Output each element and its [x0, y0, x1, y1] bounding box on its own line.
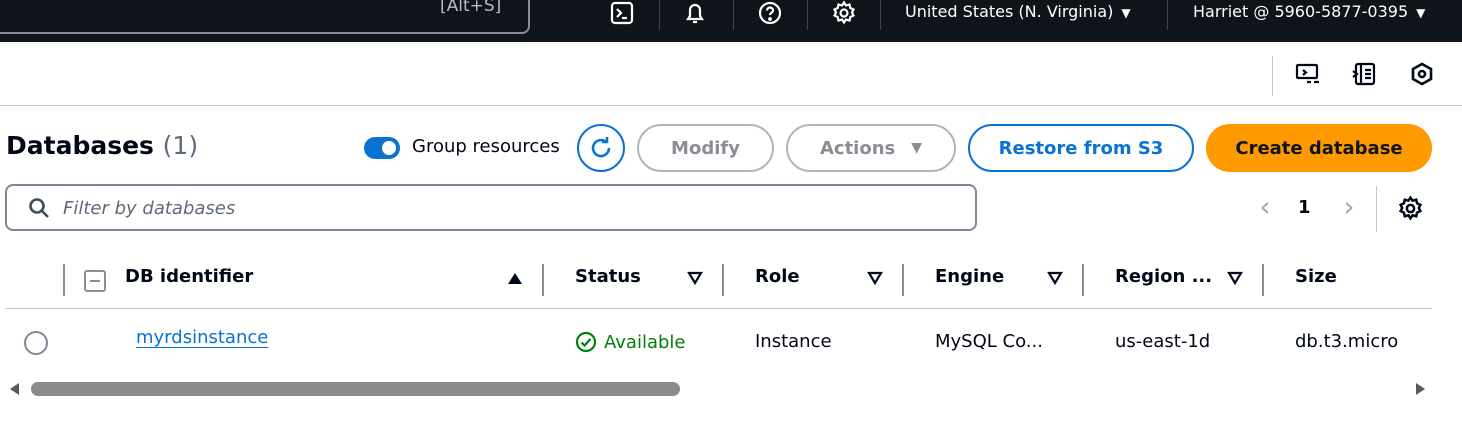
select-all-checkbox[interactable] — [84, 270, 106, 292]
pagination-divider — [1376, 186, 1377, 232]
side-panel-icon[interactable] — [1351, 60, 1379, 88]
column-header-engine[interactable]: Engine — [935, 266, 1004, 287]
engine-cell: MySQL Co... — [935, 331, 1043, 352]
status-cell: Available — [575, 331, 685, 353]
caret-down-icon: ▼ — [1416, 6, 1426, 20]
hexagon-icon[interactable] — [1408, 60, 1436, 88]
nav-divider — [659, 0, 660, 30]
table-settings-button[interactable] — [1397, 195, 1424, 222]
search-shortcut-hint: [Alt+S] — [440, 0, 502, 16]
help-icon[interactable] — [757, 0, 783, 26]
column-resizer[interactable] — [63, 264, 65, 296]
column-resizer[interactable] — [1262, 264, 1264, 296]
gear-icon — [1398, 195, 1423, 221]
refresh-icon — [591, 137, 611, 158]
column-resizer[interactable] — [902, 264, 904, 296]
sort-icon[interactable] — [687, 270, 703, 286]
toolbar-divider — [1272, 56, 1273, 96]
scrollbar-thumb[interactable] — [31, 382, 680, 396]
column-resizer[interactable] — [1082, 264, 1084, 296]
account-label: Harriet @ 5960-5877-0395 — [1193, 2, 1409, 21]
page-title: Databases (1) — [6, 131, 198, 160]
page-number[interactable]: 1 — [1298, 197, 1311, 218]
database-count: (1) — [162, 131, 199, 160]
modify-button[interactable]: Modify — [637, 124, 774, 172]
global-search-box[interactable]: [Alt+S] — [0, 0, 530, 34]
top-navigation: [Alt+S] United States (N. Virginia) ▼ Har… — [0, 0, 1462, 42]
role-cell: Instance — [755, 331, 832, 352]
filter-box — [5, 184, 977, 231]
cloudshell-icon[interactable] — [609, 0, 635, 26]
nav-divider — [1167, 0, 1168, 30]
scroll-left-arrow-icon[interactable] — [10, 383, 19, 395]
column-header-role[interactable]: Role — [755, 266, 800, 287]
previous-page-button[interactable]: ‹ — [1253, 193, 1277, 222]
column-header-db-identifier[interactable]: DB identifier — [125, 266, 253, 287]
status-text: Available — [604, 331, 686, 353]
column-header-region[interactable]: Region ... — [1115, 266, 1212, 287]
table-header-divider — [6, 308, 1432, 309]
gear-icon[interactable] — [831, 0, 857, 26]
scroll-right-arrow-icon[interactable] — [1416, 383, 1425, 395]
create-database-button[interactable]: Create database — [1206, 124, 1432, 172]
check-circle-icon — [575, 331, 597, 353]
sort-icon[interactable] — [1047, 270, 1063, 286]
feedback-monitor-icon[interactable] — [1294, 60, 1322, 88]
sort-icon[interactable] — [867, 270, 883, 286]
region-cell: us-east-1d — [1115, 331, 1211, 352]
db-identifier-link[interactable]: myrdsinstance — [136, 327, 268, 348]
column-resizer[interactable] — [722, 264, 724, 296]
sort-ascending-icon[interactable] — [507, 270, 523, 286]
nav-divider — [880, 0, 881, 30]
caret-down-icon: ▼ — [1121, 6, 1131, 20]
nav-divider — [733, 0, 734, 30]
create-label: Create database — [1235, 137, 1403, 159]
sort-icon[interactable] — [1227, 270, 1243, 286]
region-selector[interactable]: United States (N. Virginia) ▼ — [905, 2, 1131, 21]
refresh-button[interactable] — [577, 124, 625, 172]
modify-label: Modify — [671, 137, 740, 159]
bell-icon[interactable] — [682, 0, 708, 26]
caret-down-icon: ▼ — [911, 140, 923, 156]
actions-label: Actions — [819, 137, 896, 159]
page-title-text: Databases — [6, 131, 154, 160]
search-icon — [27, 196, 51, 220]
account-menu[interactable]: Harriet @ 5960-5877-0395 ▼ — [1193, 2, 1425, 21]
column-resizer[interactable] — [542, 264, 544, 296]
region-label: United States (N. Virginia) — [905, 2, 1114, 21]
restore-label: Restore from S3 — [998, 137, 1164, 159]
group-resources-toggle[interactable] — [364, 137, 400, 159]
next-page-button[interactable]: › — [1337, 193, 1361, 222]
column-header-size[interactable]: Size — [1295, 266, 1337, 287]
utility-toolbar — [0, 42, 1462, 106]
horizontal-scrollbar[interactable] — [8, 380, 1428, 400]
actions-dropdown-button[interactable]: Actions ▼ — [786, 124, 956, 172]
nav-divider — [807, 0, 808, 30]
column-header-status[interactable]: Status — [575, 266, 641, 287]
size-cell: db.t3.micro — [1295, 331, 1399, 352]
filter-input[interactable] — [63, 195, 943, 221]
restore-from-s3-button[interactable]: Restore from S3 — [968, 124, 1194, 172]
group-resources-label: Group resources — [412, 136, 560, 157]
row-select-radio[interactable] — [24, 331, 48, 355]
